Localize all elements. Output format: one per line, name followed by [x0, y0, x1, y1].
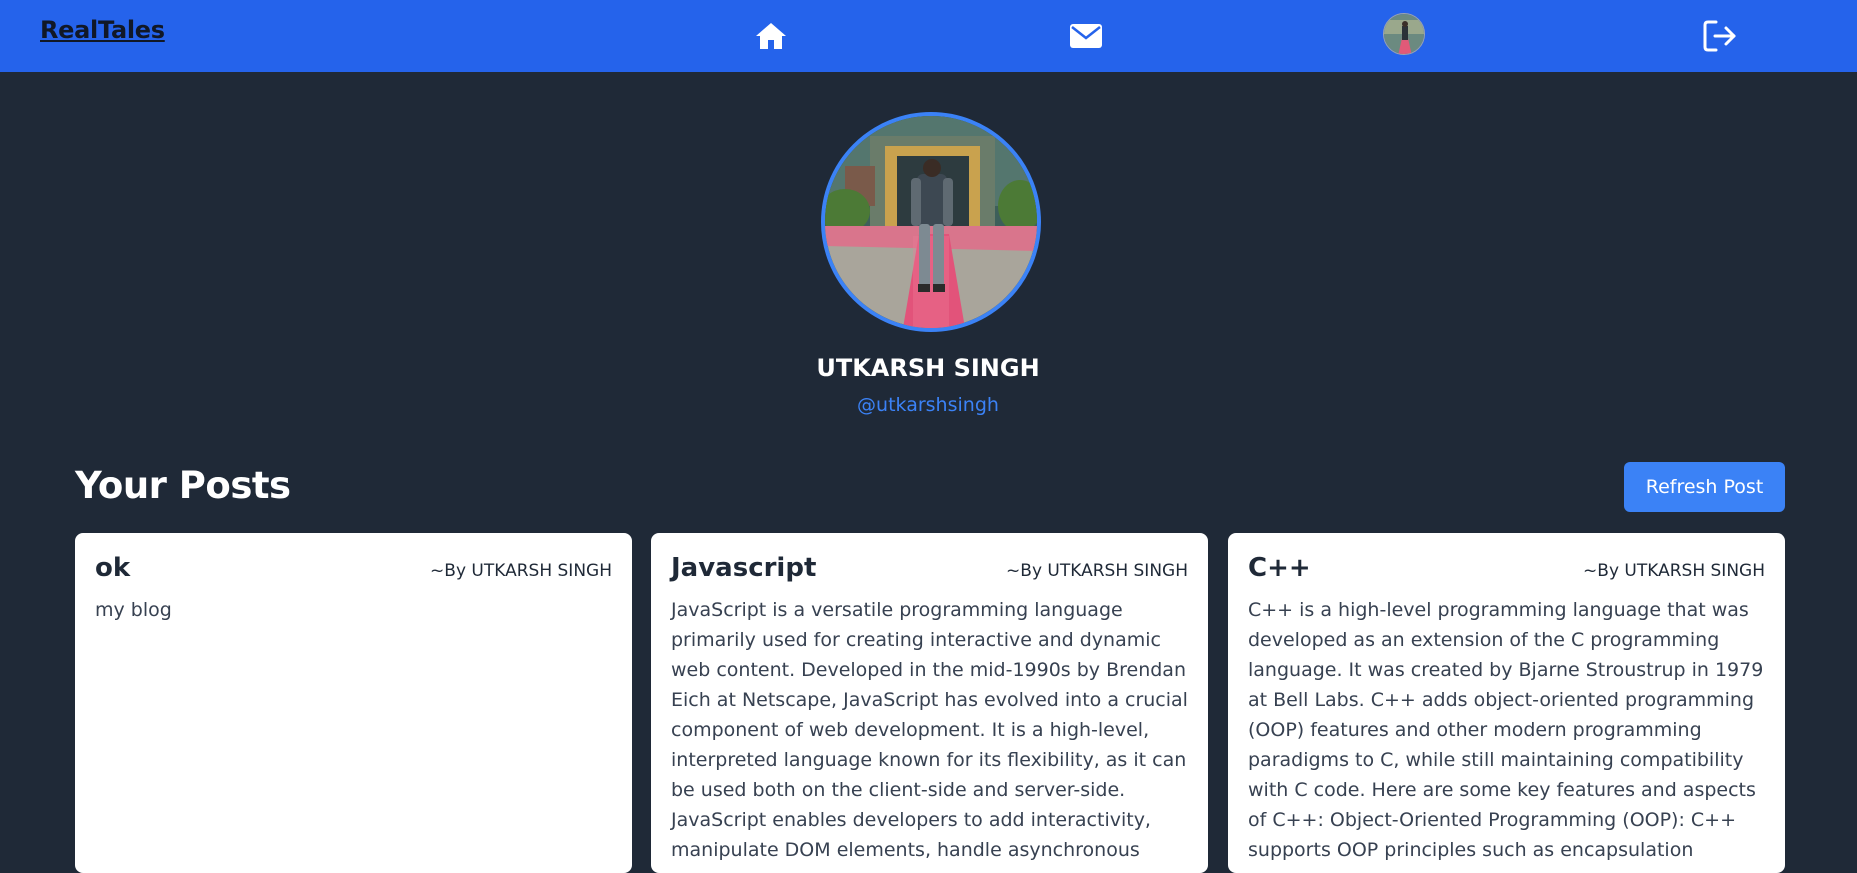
post-title: C++ — [1248, 553, 1311, 583]
post-body: C++ is a high-level programming language… — [1248, 599, 1764, 861]
profile-name: UTKARSH SINGH — [816, 354, 1040, 382]
post-author: ~By UTKARSH SINGH — [1006, 561, 1188, 581]
post-body: JavaScript is a versatile programming la… — [671, 599, 1188, 861]
post-title: ok — [95, 553, 131, 583]
post-card[interactable]: Javascript ~By UTKARSH SINGH JavaScript … — [651, 533, 1208, 873]
top-navbar: RealTales — [0, 0, 1857, 72]
home-icon[interactable] — [749, 14, 793, 58]
posts-section-title: Your Posts — [75, 464, 291, 507]
profile-handle: @utkarshsingh — [857, 394, 999, 416]
profile-avatar — [821, 112, 1041, 332]
brand-logo-link[interactable]: RealTales — [40, 16, 165, 44]
user-avatar[interactable] — [1382, 12, 1426, 56]
post-body: my blog — [95, 599, 172, 621]
post-title: Javascript — [671, 553, 817, 583]
post-card[interactable]: ok ~By UTKARSH SINGH my blog — [75, 533, 632, 873]
post-author: ~By UTKARSH SINGH — [430, 561, 612, 581]
post-card[interactable]: C++ ~By UTKARSH SINGH C++ is a high-leve… — [1228, 533, 1785, 873]
logout-icon[interactable] — [1698, 14, 1742, 58]
post-author: ~By UTKARSH SINGH — [1583, 561, 1765, 581]
refresh-post-button[interactable]: Refresh Post — [1624, 462, 1785, 512]
mail-icon[interactable] — [1064, 14, 1108, 58]
